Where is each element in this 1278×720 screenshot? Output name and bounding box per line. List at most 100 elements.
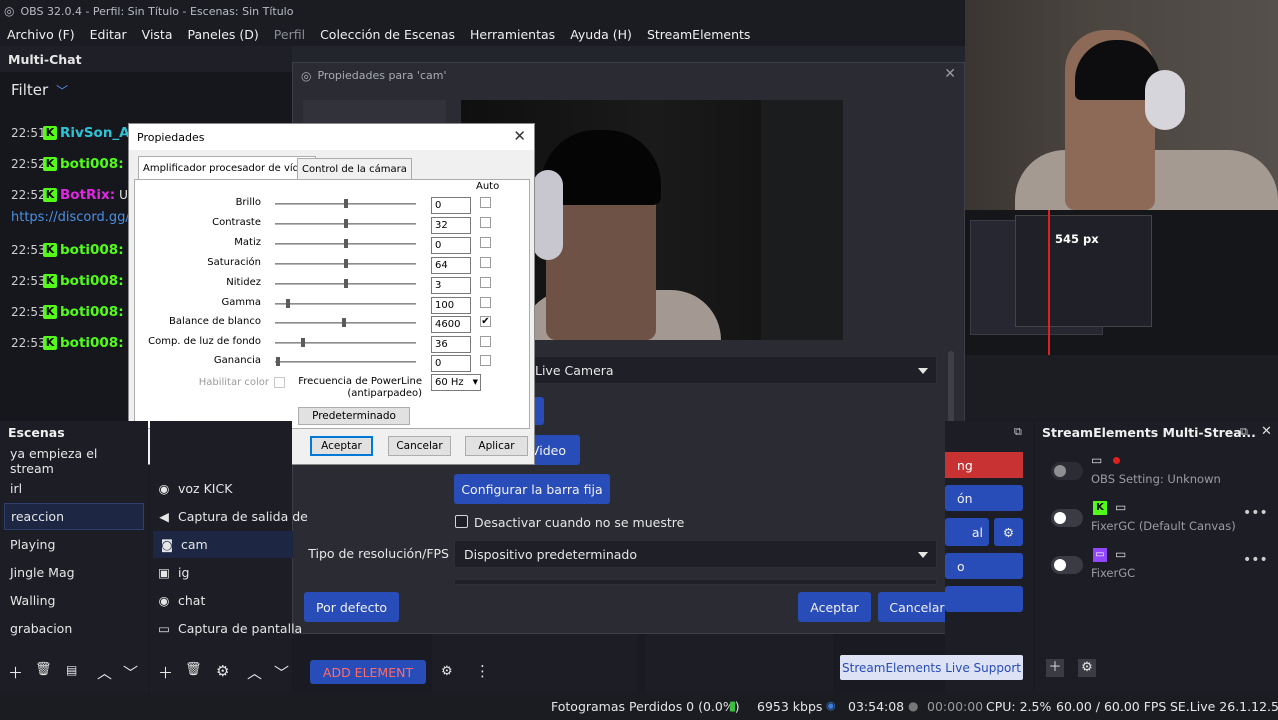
powerline-select[interactable]: 60 Hz ▼ (431, 374, 481, 391)
menu-coleccion-escenas[interactable]: Colección de Escenas (313, 27, 463, 42)
slider-value[interactable]: 32 (431, 217, 471, 234)
chat-username[interactable]: boti008: (60, 335, 124, 351)
slider-value[interactable]: 0 (431, 197, 471, 214)
tab-camera-control[interactable]: Control de la cámara (297, 158, 412, 179)
menu-paneles[interactable]: Paneles (D) (181, 27, 267, 42)
scene-item[interactable]: Jingle Mag (4, 559, 144, 586)
auto-checkbox[interactable] (480, 257, 491, 268)
scene-item[interactable]: Walling (4, 587, 144, 614)
delete-source-icon[interactable]: 🗑 (185, 662, 202, 677)
move-up-icon[interactable]: ︿ (97, 662, 112, 683)
slider-thumb[interactable] (344, 279, 348, 288)
menu-herramientas[interactable]: Herramientas (463, 27, 563, 42)
mixer-settings-icon[interactable]: ⚙ (441, 664, 453, 679)
source-item[interactable]: ◉ chat (156, 587, 206, 614)
virtual-camera-button[interactable]: al (945, 518, 989, 546)
chat-username[interactable]: boti008: (60, 304, 124, 320)
slider-thumb[interactable] (276, 357, 280, 366)
scene-item[interactable]: ya empieza el stream (4, 446, 144, 476)
chat-username[interactable]: BotRix: (60, 187, 115, 203)
chat-username[interactable]: boti008: (60, 242, 124, 258)
scene-item[interactable]: irl (4, 475, 144, 502)
defaults-button[interactable]: Por defecto (304, 592, 399, 622)
chat-username[interactable]: RivSon_A (60, 125, 130, 141)
slider-track[interactable] (275, 361, 416, 363)
ok-button[interactable]: Aceptar (798, 592, 871, 622)
slider-thumb[interactable] (344, 259, 348, 268)
source-item[interactable]: ◙ cam (153, 531, 293, 558)
menu-editar[interactable]: Editar (83, 27, 135, 42)
slider-thumb[interactable] (344, 199, 348, 208)
add-source-icon[interactable]: ＋ (158, 662, 173, 683)
source-item[interactable]: ◉ voz KICK (156, 475, 233, 502)
controls-undock-icon[interactable]: ⧉ (1014, 425, 1022, 439)
target-toggle[interactable] (1051, 509, 1083, 527)
win-cancel-button[interactable]: Cancelar (388, 436, 451, 456)
auto-checkbox[interactable] (480, 297, 491, 308)
se-live-support-button[interactable]: StreamElements Live Support (840, 655, 1023, 680)
more-options-icon[interactable]: ••• (1243, 505, 1268, 521)
auto-checkbox[interactable] (480, 277, 491, 288)
se-settings-icon[interactable]: ⚙ (1078, 659, 1096, 677)
menu-archivo[interactable]: Archivo (F) (0, 27, 83, 42)
auto-checkbox[interactable] (480, 237, 491, 248)
slider-value[interactable]: 64 (431, 257, 471, 274)
slider-thumb[interactable] (344, 239, 348, 248)
chat-username[interactable]: boti008: (60, 273, 124, 289)
source-item[interactable]: ◀ Captura de salida de (156, 503, 308, 530)
target-toggle[interactable] (1051, 556, 1083, 574)
scene-item[interactable]: grabacion (4, 615, 144, 642)
chat-username[interactable]: boti008: (60, 156, 124, 172)
apply-button[interactable]: Aplicar (465, 436, 528, 456)
add-element-button[interactable]: ADD ELEMENT (310, 660, 426, 684)
color-enable-checkbox[interactable] (274, 377, 285, 388)
slider-value[interactable]: 0 (431, 237, 471, 254)
se-undock-icon[interactable]: ⧉ (1240, 425, 1248, 439)
menu-streamelements[interactable]: StreamElements (640, 27, 759, 42)
slider-thumb[interactable] (344, 219, 348, 228)
slider-value[interactable]: 100 (431, 297, 471, 314)
start-recording-button[interactable]: ón (945, 485, 1023, 511)
close-icon[interactable]: ✕ (513, 127, 526, 145)
source-up-icon[interactable]: ︿ (247, 662, 262, 683)
accept-button[interactable]: Aceptar (310, 436, 373, 456)
configure-fixed-bar-button[interactable]: Configurar la barra fija (454, 474, 610, 504)
slider-track[interactable] (275, 303, 416, 305)
se-add-icon[interactable]: ＋ (1046, 659, 1064, 677)
mixer-menu-icon[interactable]: ⋮ (475, 662, 490, 680)
scene-item[interactable]: Playing (4, 531, 144, 558)
scene-item[interactable]: reaccion (4, 503, 144, 530)
source-down-icon[interactable]: ﹀ (274, 662, 289, 683)
next-property-field[interactable] (454, 579, 937, 585)
slider-thumb[interactable] (301, 338, 305, 347)
studio-mode-button[interactable]: o (945, 553, 1023, 579)
close-icon[interactable]: ✕ (944, 66, 956, 82)
filters-icon[interactable]: ▤ (66, 663, 77, 677)
source-item[interactable]: ▣ ig (156, 559, 189, 586)
source-settings-icon[interactable]: ⚙ (216, 662, 229, 680)
slider-thumb[interactable] (342, 318, 346, 327)
move-down-icon[interactable]: ﹀ (123, 662, 138, 683)
resolution-select[interactable]: Dispositivo predeterminado (454, 540, 937, 568)
deactivate-checkbox[interactable] (455, 515, 468, 528)
auto-checkbox[interactable] (480, 336, 491, 347)
slider-thumb[interactable] (286, 299, 290, 308)
more-options-icon[interactable]: ••• (1243, 552, 1268, 568)
add-scene-icon[interactable]: ＋ (8, 662, 23, 683)
auto-checkbox[interactable] (480, 217, 491, 228)
slider-value[interactable]: 4600 (431, 316, 471, 333)
auto-checkbox[interactable]: ✔ (480, 316, 491, 327)
slider-track[interactable] (275, 342, 416, 344)
menu-ayuda[interactable]: Ayuda (H) (563, 27, 640, 42)
menu-perfil[interactable]: Perfil (267, 27, 313, 42)
slider-value[interactable]: 0 (431, 355, 471, 372)
settings-button[interactable] (945, 586, 1023, 612)
source-item[interactable]: ▭ Captura de pantalla (156, 615, 302, 642)
tab-video-proc-amp[interactable]: Amplificador procesador de vídeo (138, 156, 317, 180)
predeterminado-button[interactable]: Predeterminado (298, 407, 410, 425)
start-streaming-button[interactable]: ng (945, 452, 1023, 478)
target-toggle[interactable] (1051, 462, 1083, 480)
virtual-camera-settings-button[interactable]: ⚙ (994, 518, 1023, 546)
slider-value[interactable]: 3 (431, 277, 471, 294)
slider-value[interactable]: 36 (431, 336, 471, 353)
